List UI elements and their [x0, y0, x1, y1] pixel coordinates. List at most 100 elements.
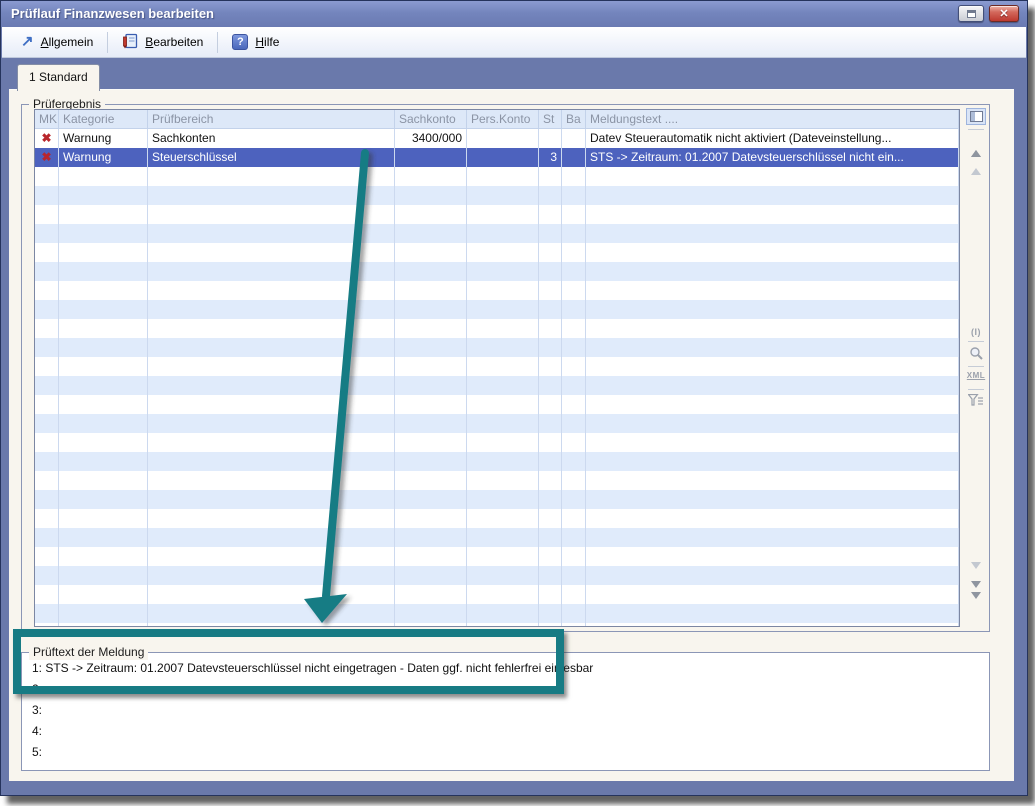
table-cell	[539, 357, 562, 376]
maximize-button[interactable]	[958, 5, 984, 22]
table-cell	[148, 490, 395, 509]
table-cell	[395, 623, 467, 627]
table-cell	[395, 414, 467, 433]
table-cell	[59, 243, 148, 262]
column-header[interactable]: St	[539, 110, 562, 129]
scroll-down-page-icon[interactable]	[963, 562, 989, 569]
table-cell	[586, 186, 959, 205]
table-row-empty	[35, 452, 959, 471]
strip-separator	[963, 341, 989, 342]
filter-icon[interactable]	[963, 394, 989, 407]
allgemein-button[interactable]: ↗ Allgemein	[12, 32, 102, 52]
table-cell	[467, 129, 539, 148]
table-cell	[35, 433, 59, 452]
column-header[interactable]: Meldungstext ....	[586, 110, 959, 129]
tab-standard[interactable]: 1 Standard	[17, 64, 100, 91]
search-icon[interactable]	[963, 346, 989, 361]
table-cell	[59, 319, 148, 338]
column-header[interactable]: Kategorie	[59, 110, 148, 129]
table-cell	[467, 395, 539, 414]
table-cell	[586, 604, 959, 623]
table-cell	[467, 243, 539, 262]
column-header[interactable]: Pers.Konto	[467, 110, 539, 129]
table-cell	[59, 604, 148, 623]
table-cell	[539, 490, 562, 509]
scroll-to-top-icon[interactable]	[963, 133, 989, 151]
table-cell	[467, 490, 539, 509]
column-header[interactable]: Sachkonto	[395, 110, 467, 129]
column-header[interactable]: MK	[35, 110, 59, 129]
toolbar: ↗ Allgemein Bearbeiten ? Hilfe	[2, 27, 1026, 58]
column-header[interactable]: Ba	[562, 110, 586, 129]
highlight-rectangle-annotation	[13, 629, 564, 694]
table-row-selected[interactable]: ✖WarnungSteuerschlüssel3STS -> Zeitraum:…	[35, 148, 959, 167]
table-cell	[539, 566, 562, 585]
table-cell	[562, 129, 586, 148]
table-cell	[395, 300, 467, 319]
table-cell	[586, 167, 959, 186]
table-cell	[467, 376, 539, 395]
table-cell	[148, 357, 395, 376]
table-cell	[35, 262, 59, 281]
table-cell	[148, 224, 395, 243]
table-cell	[467, 357, 539, 376]
table-cell	[467, 167, 539, 186]
column-header[interactable]: Prüfbereich	[148, 110, 395, 129]
table-cell	[586, 471, 959, 490]
table-cell	[562, 243, 586, 262]
scroll-down-icon[interactable]	[963, 581, 989, 588]
table-cell	[148, 585, 395, 604]
dialog-window: Prüflauf Finanzwesen bearbeiten ✕ ↗ Allg…	[0, 0, 1028, 796]
table-cell	[586, 433, 959, 452]
table-cell	[539, 585, 562, 604]
table-row[interactable]: ✖WarnungSachkonten3400/000Datev Steuerau…	[35, 129, 959, 148]
table-cell	[562, 566, 586, 585]
table-cell	[539, 395, 562, 414]
brackets-icon[interactable]: (I)	[963, 327, 989, 337]
table-cell	[562, 338, 586, 357]
table-cell	[562, 167, 586, 186]
table-row-empty	[35, 414, 959, 433]
table-row-empty	[35, 376, 959, 395]
table-row-empty	[35, 167, 959, 186]
table-cell	[148, 338, 395, 357]
table-cell	[148, 319, 395, 338]
hilfe-button[interactable]: ? Hilfe	[223, 31, 288, 53]
table-cell	[59, 186, 148, 205]
table-cell	[467, 338, 539, 357]
table-cell	[562, 395, 586, 414]
table-cell	[59, 300, 148, 319]
toolbar-separator	[107, 32, 108, 53]
table-cell	[539, 414, 562, 433]
table-cell	[59, 357, 148, 376]
table-cell	[467, 319, 539, 338]
table-cell	[35, 205, 59, 224]
table-cell	[395, 148, 467, 167]
xml-icon[interactable]: XML	[963, 371, 989, 381]
scroll-up-icon[interactable]	[963, 150, 989, 157]
window-title: Prüflauf Finanzwesen bearbeiten	[11, 6, 214, 21]
table-cell	[395, 585, 467, 604]
table-cell	[586, 623, 959, 627]
table-cell	[586, 547, 959, 566]
table-cell	[59, 509, 148, 528]
table-cell	[59, 471, 148, 490]
table-cell	[467, 300, 539, 319]
message-line: 3:	[32, 700, 983, 721]
table-cell	[395, 205, 467, 224]
table-cell	[539, 547, 562, 566]
close-button[interactable]: ✕	[989, 5, 1019, 22]
table-cell	[467, 224, 539, 243]
table-cell	[148, 471, 395, 490]
table-cell	[539, 471, 562, 490]
scroll-up-page-icon[interactable]	[963, 168, 989, 175]
scroll-to-bottom-icon[interactable]	[963, 599, 989, 617]
table-cell	[467, 186, 539, 205]
column-chooser-icon[interactable]	[963, 108, 989, 125]
bearbeiten-button[interactable]: Bearbeiten	[113, 30, 212, 55]
table-row-empty	[35, 585, 959, 604]
table-row-empty	[35, 243, 959, 262]
table-cell	[586, 300, 959, 319]
table-cell	[59, 414, 148, 433]
table-cell	[59, 395, 148, 414]
